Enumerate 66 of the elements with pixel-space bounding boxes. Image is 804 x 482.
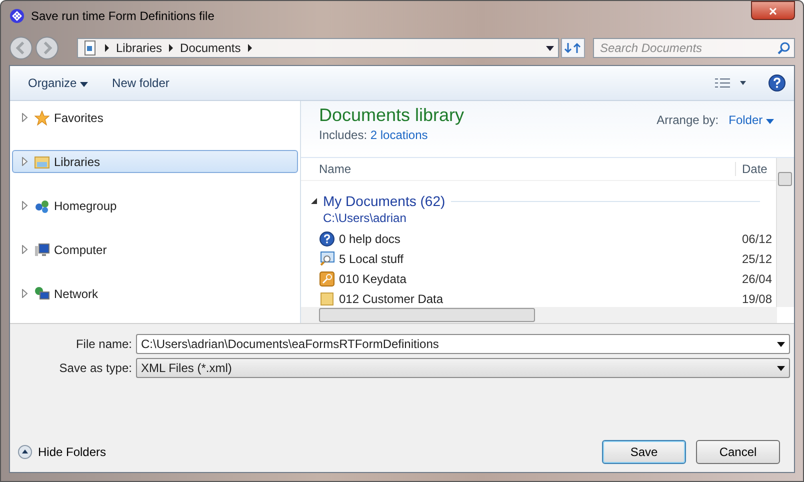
cancel-button[interactable]: Cancel bbox=[696, 440, 780, 464]
arrange-label: Arrange by: bbox=[656, 113, 719, 127]
hide-folders-button[interactable]: Hide Folders bbox=[18, 445, 106, 459]
document-icon bbox=[82, 40, 98, 56]
monitor-icon bbox=[34, 242, 50, 258]
file-name[interactable]: 0 help docs bbox=[339, 232, 732, 246]
file-name-label: File name: bbox=[74, 337, 132, 351]
expand-arrow-icon[interactable] bbox=[22, 289, 28, 298]
breadcrumb-item[interactable]: Libraries bbox=[116, 41, 162, 55]
vertical-scrollbar[interactable] bbox=[776, 158, 794, 307]
file-name[interactable]: 010 Keydata bbox=[339, 272, 732, 286]
includes-label: Includes: bbox=[319, 128, 368, 142]
view-options-icon[interactable] bbox=[714, 77, 748, 89]
caret-icon bbox=[766, 119, 774, 124]
question-mark-icon bbox=[319, 231, 335, 247]
star-icon bbox=[34, 110, 50, 126]
sidebar-item[interactable]: Libraries bbox=[12, 150, 298, 173]
network-icon bbox=[34, 286, 50, 302]
magnifier-icon bbox=[319, 251, 335, 267]
group-path: C:\Users\adrian bbox=[322, 211, 408, 225]
dropdown-arrow-icon[interactable] bbox=[546, 46, 554, 50]
file-date: 25/12 bbox=[741, 252, 774, 266]
breadcrumb-item[interactable]: Documents bbox=[180, 41, 241, 55]
file-name[interactable]: 012 Customer Data bbox=[339, 292, 732, 306]
save-type-dropdown[interactable]: XML Files (*.xml) bbox=[136, 358, 790, 378]
expand-arrow-icon[interactable] bbox=[22, 113, 28, 122]
sidebar-item[interactable]: Computer bbox=[12, 238, 298, 261]
folder-icon bbox=[319, 291, 335, 307]
new-folder-button[interactable]: New folder bbox=[102, 72, 180, 94]
search-field[interactable]: Search Documents bbox=[593, 38, 795, 58]
expand-arrow-icon[interactable] bbox=[22, 201, 28, 210]
app-logo-icon bbox=[9, 8, 25, 24]
caret-icon bbox=[80, 82, 88, 87]
folder-icon bbox=[34, 154, 50, 170]
breadcrumb-arrow-icon[interactable] bbox=[246, 44, 253, 52]
file-date: 19/08 bbox=[741, 292, 774, 306]
file-date: 26/04 bbox=[741, 272, 774, 286]
address-bar[interactable]: Libraries Documents bbox=[77, 38, 559, 58]
breadcrumb-arrow-icon[interactable] bbox=[104, 44, 110, 52]
refresh-button[interactable] bbox=[561, 38, 585, 58]
search-icon bbox=[777, 41, 791, 55]
file-name[interactable]: 5 Local stuff bbox=[339, 252, 732, 266]
sidebar-item[interactable]: Network bbox=[12, 282, 298, 305]
file-name-field[interactable]: C:\Users\adrian\Documents\eaFormsRTFormDefinitions bbox=[136, 334, 790, 354]
locations-link[interactable]: 2 locations bbox=[370, 128, 428, 142]
sidebar-item[interactable]: Homegroup bbox=[12, 194, 298, 217]
library-title: Documents library bbox=[319, 105, 464, 126]
horizontal-scrollbar[interactable] bbox=[301, 307, 777, 323]
save-button[interactable]: Save bbox=[602, 440, 686, 464]
organize-button[interactable]: Organize bbox=[18, 72, 98, 94]
globe-cluster-icon bbox=[34, 198, 50, 214]
column-header[interactable]: Name bbox=[301, 162, 735, 176]
arrange-dropdown[interactable]: Folder bbox=[728, 113, 774, 127]
expand-arrow-icon[interactable] bbox=[22, 157, 28, 166]
key-icon bbox=[319, 271, 335, 287]
group-title[interactable]: My Documents (62) bbox=[323, 193, 446, 209]
sidebar-item[interactable]: Favorites bbox=[12, 106, 298, 129]
save-type-label: Save as type: bbox=[58, 361, 132, 375]
dropdown-arrow-icon[interactable] bbox=[777, 366, 785, 370]
file-date: 06/12 bbox=[741, 232, 774, 246]
window-title: Save run time Form Definitions file bbox=[31, 9, 214, 23]
expand-arrow-icon[interactable] bbox=[22, 245, 28, 254]
collapse-arrow-icon[interactable] bbox=[311, 198, 317, 204]
breadcrumb-arrow-icon[interactable] bbox=[168, 44, 174, 52]
dropdown-arrow-icon[interactable] bbox=[777, 342, 785, 346]
help-icon[interactable] bbox=[768, 74, 786, 92]
